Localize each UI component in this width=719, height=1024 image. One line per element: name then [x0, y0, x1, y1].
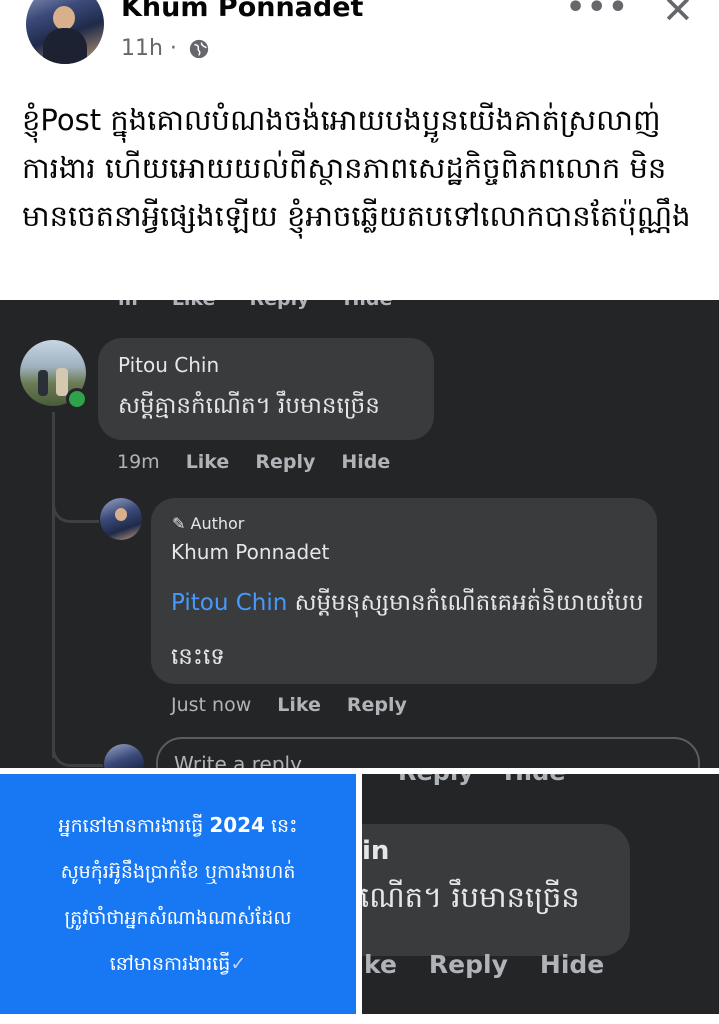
reply-text: Pitou Chin សម្តីមនុស្សមានកំណើតគេអត់និយាយ… — [171, 590, 644, 670]
reply-time: Just now — [171, 694, 252, 716]
comment-like-button[interactable]: Like — [186, 451, 230, 473]
quote-text: អ្នកនៅមានការងារធ្វើ 2024 នេះ សូមកុំរអ៊ូន… — [58, 813, 298, 975]
comment-time: 19m — [117, 451, 160, 473]
author-name[interactable]: Khum Ponnadet — [121, 0, 363, 23]
globe-icon — [189, 39, 209, 59]
cropped-actions-top: ReplyHide — [398, 774, 596, 786]
reply-like-button[interactable]: Like — [277, 694, 321, 716]
reply-author-avatar[interactable] — [100, 498, 142, 540]
thread-branch-input — [52, 730, 103, 767]
comment-reply-button[interactable]: Reply — [255, 451, 315, 473]
online-status-dot — [66, 388, 88, 410]
zoomed-comment-text: ណើត។ រឹបមានច្រើន — [362, 880, 580, 914]
zoomed-comment-screenshot: ReplyHide in ណើត។ រឹបមានច្រើន keReplyHid… — [362, 774, 719, 1014]
close-button[interactable]: ✕ — [662, 0, 694, 32]
post-timestamp[interactable]: 11h · — [121, 36, 177, 61]
reply-input-placeholder: Write a reply... — [174, 752, 319, 768]
author-avatar[interactable] — [26, 0, 104, 64]
zoomed-commenter-name: in — [362, 836, 390, 866]
quote-card: អ្នកនៅមានការងារធ្វើ 2024 នេះ សូមកុំរអ៊ូន… — [0, 774, 356, 1014]
pen-icon: ✎ — [172, 514, 186, 533]
comment-hide-button[interactable]: Hide — [341, 451, 390, 473]
commenter-name[interactable]: Pitou Chin — [118, 353, 219, 377]
reply-actions: Just now Like Reply — [171, 694, 433, 716]
current-user-avatar — [104, 744, 144, 768]
cropped-comment-actions: mLikeReplyHide — [118, 300, 426, 310]
mention-link[interactable]: Pitou Chin — [171, 590, 287, 616]
thread-line — [52, 412, 55, 758]
post-body-text: ខ្ញុំPost ក្នុងគោលបំណងចង់អោយបងប្អូនយើងគា… — [22, 103, 691, 233]
reply-author-name[interactable]: Khum Ponnadet — [171, 540, 329, 564]
comments-screenshot: mLikeReplyHide Pitou Chin សម្តីគ្មានកំណើ… — [0, 300, 719, 768]
author-badge: ✎ Author — [172, 514, 245, 533]
reply-reply-button[interactable]: Reply — [347, 694, 407, 716]
comment-actions: 19m Like Reply Hide — [117, 451, 416, 473]
comment-text: សម្តីគ្មានកំណើត។ រឹបមានច្រើន — [118, 393, 380, 419]
more-options-button[interactable]: ••• — [566, 0, 630, 25]
thread-branch — [52, 490, 99, 523]
zoomed-comment-actions: ke Reply Hide — [364, 950, 605, 979]
check-icon: ✓ — [230, 953, 247, 975]
